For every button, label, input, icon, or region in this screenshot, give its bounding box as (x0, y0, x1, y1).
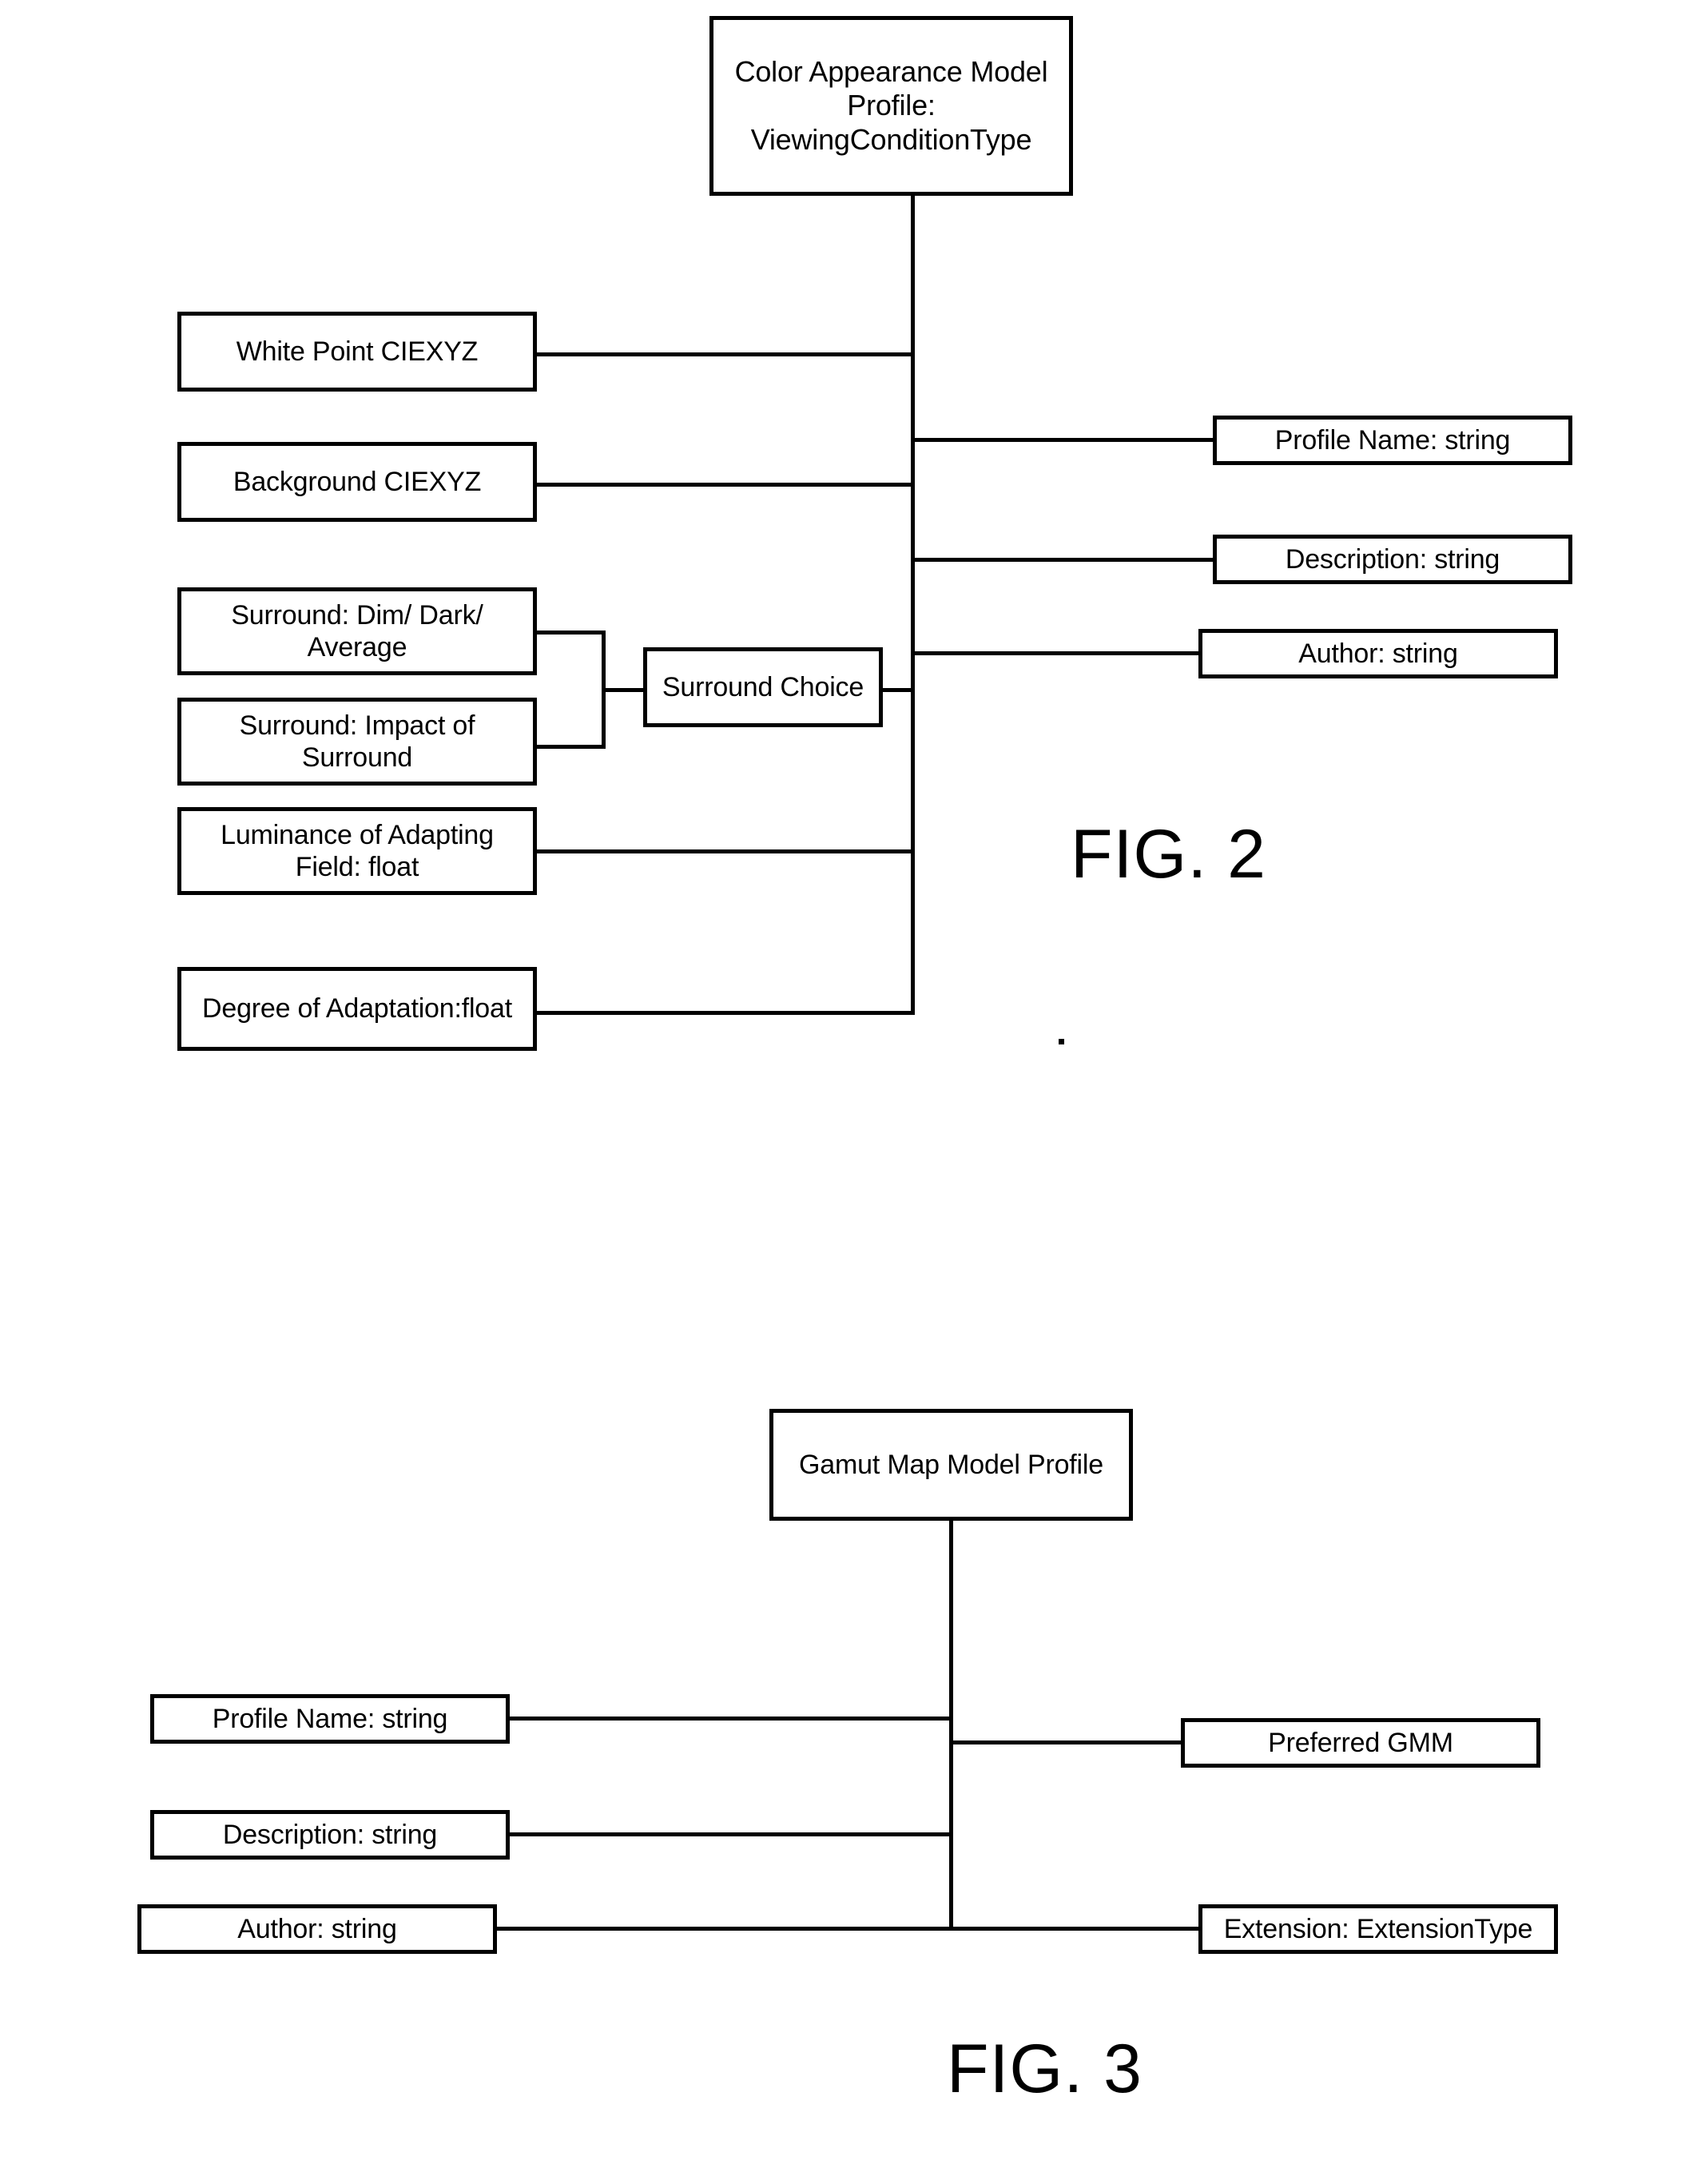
fig3-left-node-profile-name: Profile Name: string (150, 1694, 510, 1744)
fig2-connector-right-description (911, 558, 1216, 562)
fig3-left-label-2: Author: string (237, 1913, 397, 1944)
fig2-left-label-0: White Point CIEXYZ (236, 336, 479, 367)
fig2-connector-luminance (534, 849, 914, 853)
fig2-left-label-3: Surround: Impact of Surround (239, 710, 475, 773)
fig3-trunk (949, 1521, 953, 1928)
fig2-left-label-2: Surround: Dim/ Dark/ Average (231, 599, 483, 662)
fig3-connector-author (494, 1927, 952, 1931)
fig2-connector-white-point (534, 352, 914, 356)
fig2-right-label-1: Description: string (1285, 543, 1500, 575)
fig2-connector-surround-choice (879, 688, 914, 692)
fig3-right-node-extension: Extension: ExtensionType (1198, 1904, 1558, 1954)
fig2-right-node-author: Author: string (1198, 629, 1558, 678)
fig2-surround-bracket-out (602, 688, 646, 692)
fig2-left-node-background: Background CIEXYZ (177, 442, 537, 522)
fig2-right-label-2: Author: string (1298, 638, 1458, 669)
scan-speck (1059, 1039, 1064, 1044)
fig2-left-node-surround-dim: Surround: Dim/ Dark/ Average (177, 587, 537, 675)
fig3-right-node-preferred-gmm: Preferred GMM (1181, 1718, 1540, 1768)
fig2-connector-degree-adaptation (534, 1011, 914, 1015)
fig2-stub-surround-impact (534, 745, 606, 749)
fig3-caption: FIG. 3 (947, 2031, 1143, 2107)
fig2-left-label-1: Background CIEXYZ (232, 466, 482, 497)
fig2-stub-surround-dim (534, 631, 606, 635)
fig2-root-label: Color Appearance Model Profile: ViewingC… (734, 54, 1048, 156)
fig2-connector-background (534, 483, 914, 487)
patent-figure-sheet: Color Appearance Model Profile: ViewingC… (0, 0, 1685, 2184)
fig2-surround-choice-node: Surround Choice (643, 647, 883, 727)
fig3-connector-extension (949, 1927, 1202, 1931)
fig3-left-label-0: Profile Name: string (212, 1703, 448, 1734)
fig3-connector-profile-name (507, 1717, 952, 1721)
fig2-left-node-luminance: Luminance of Adapting Field: float (177, 807, 537, 895)
fig2-right-node-profile-name: Profile Name: string (1213, 416, 1572, 465)
fig3-connector-preferred-gmm (949, 1740, 1184, 1744)
fig2-connector-right-profile-name (911, 438, 1216, 442)
fig2-trunk (911, 196, 915, 1015)
fig3-root-node: Gamut Map Model Profile (769, 1409, 1133, 1521)
fig3-left-node-description: Description: string (150, 1810, 510, 1860)
fig2-left-label-5: Degree of Adaptation:float (202, 993, 512, 1024)
fig2-left-label-4: Luminance of Adapting Field: float (221, 819, 494, 882)
fig2-left-node-surround-impact: Surround: Impact of Surround (177, 698, 537, 786)
fig2-connector-right-author (911, 651, 1202, 655)
fig3-right-label-0: Preferred GMM (1268, 1727, 1453, 1758)
fig3-root-label: Gamut Map Model Profile (799, 1449, 1103, 1480)
fig2-left-node-white-point: White Point CIEXYZ (177, 312, 537, 392)
fig2-root-node: Color Appearance Model Profile: ViewingC… (709, 16, 1073, 196)
fig3-connector-description (507, 1832, 952, 1836)
fig2-caption: FIG. 2 (1071, 816, 1266, 893)
fig3-right-label-1: Extension: ExtensionType (1223, 1913, 1533, 1944)
fig3-left-node-author: Author: string (137, 1904, 497, 1954)
fig2-surround-choice-label: Surround Choice (662, 671, 864, 702)
fig2-right-node-description: Description: string (1213, 535, 1572, 584)
fig2-left-node-degree-adaptation: Degree of Adaptation:float (177, 967, 537, 1051)
fig2-right-label-0: Profile Name: string (1274, 424, 1511, 455)
fig3-left-label-1: Description: string (222, 1819, 438, 1850)
